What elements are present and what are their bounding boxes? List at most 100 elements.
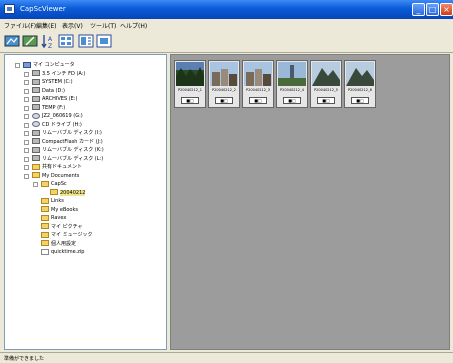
expander-icon[interactable]	[24, 88, 29, 94]
tree-node[interactable]: CD ドライブ (H:)	[24, 121, 82, 129]
expander-icon[interactable]	[24, 114, 29, 119]
expander-icon[interactable]	[24, 105, 29, 111]
tree-node[interactable]: Ravex	[41, 214, 66, 222]
tree-node-label: 20040212	[60, 189, 86, 196]
folder-icon	[41, 240, 49, 246]
drive-icon	[32, 155, 40, 161]
slideshow-icon[interactable]	[96, 33, 112, 49]
file-icon	[41, 248, 49, 255]
tree-node[interactable]: リムーバブル ディスク (K:)	[24, 146, 104, 154]
sort-icon[interactable]: AZ	[40, 33, 56, 49]
menu-edit[interactable]: 編集(E)	[36, 21, 56, 30]
thumbnail-filename: P20040212_5	[314, 88, 338, 92]
folder-icon	[41, 214, 49, 221]
edit-icon[interactable]	[22, 33, 38, 49]
thumbnail[interactable]: P20040212_5 ■□	[310, 60, 342, 108]
tree-node-label: My Documents	[42, 172, 80, 179]
expander-icon[interactable]	[24, 139, 29, 145]
folder-tree[interactable]: マイ コンピュータ 3.5 インチ FD (A:) SYSTEM (C:) Data …	[4, 54, 167, 350]
tree-node[interactable]: 20040212	[50, 189, 86, 197]
tree-node[interactable]: 個人用設定	[41, 240, 76, 248]
thumbnail[interactable]: P20040212_4 ■□	[276, 60, 308, 108]
thumbnail-buttons[interactable]: ■□	[351, 97, 369, 104]
tree-node[interactable]: ARCHIVES (E:)	[24, 95, 78, 103]
tree-node[interactable]: マイ コンピュータ	[15, 61, 75, 69]
minimize-button[interactable]: _	[412, 3, 425, 16]
tree-node-label: Data (D:)	[42, 87, 65, 94]
folder-icon	[41, 197, 49, 204]
app-icon	[4, 4, 15, 14]
tree-node-label: Ravex	[51, 215, 67, 221]
status-text: 準備ができました	[4, 356, 45, 362]
thumbnail[interactable]: P20040212_6 ■□	[344, 60, 376, 108]
thumbnail[interactable]: P20040212_1 ■□	[174, 60, 206, 108]
expander-icon[interactable]	[24, 156, 29, 162]
close-button[interactable]: ×	[440, 3, 453, 16]
drive-icon	[32, 78, 40, 85]
tree-node-label: マイ ピクチャ	[51, 223, 83, 230]
drive-icon	[32, 70, 40, 76]
tree-node[interactable]: CapSc	[33, 180, 67, 188]
tree-node[interactable]: 3.5 インチ FD (A:)	[24, 70, 86, 78]
tree-node-label: JZ2_060619 (G:)	[42, 113, 83, 119]
expander-icon[interactable]	[24, 71, 29, 77]
tree-node[interactable]: Links	[41, 197, 64, 205]
thumbnail-buttons[interactable]: ■□	[215, 97, 233, 104]
expander-icon[interactable]	[24, 122, 29, 128]
thumbnail-filename: P20040212_3	[246, 88, 270, 92]
thumbnail[interactable]: P20040212_3 ■□	[242, 60, 274, 108]
tree-node[interactable]: SYSTEM (C:)	[24, 78, 73, 86]
thumbnail-pane[interactable]: P20040212_1 ■□ P20040212_2 ■□ P20040212_3 ■□ P…	[170, 54, 450, 350]
tree-node[interactable]: quicktime.zip	[41, 248, 84, 256]
folder-icon	[32, 172, 40, 178]
tree-node-label: Links	[51, 198, 64, 204]
thumbnail-buttons[interactable]: ■□	[181, 97, 199, 104]
drive-icon	[32, 95, 40, 102]
tree-node[interactable]: My eBooks	[41, 206, 78, 214]
tree-node[interactable]: TEMP (F:)	[24, 104, 65, 112]
tree-node[interactable]: リムーバブル ディスク (I:)	[24, 129, 102, 137]
title-bar: CapScViewer _ □ ×	[0, 0, 453, 19]
menu-view[interactable]: 表示(V)	[62, 21, 83, 30]
expander-icon[interactable]	[24, 173, 29, 179]
tree-node[interactable]: マイ ミュージック	[41, 231, 93, 239]
tree-node[interactable]: Data (D:)	[24, 87, 65, 95]
expander-icon[interactable]	[24, 165, 29, 170]
expander-icon[interactable]	[24, 97, 29, 102]
tree-node-label: ARCHIVES (E:)	[42, 96, 78, 102]
tree-node-label: 3.5 インチ FD (A:)	[42, 70, 86, 77]
tree-node-label: CD ドライブ (H:)	[42, 121, 82, 128]
expander-icon[interactable]	[24, 131, 29, 136]
list-view-icon[interactable]	[78, 33, 94, 49]
tree-node[interactable]: JZ2_060619 (G:)	[24, 112, 83, 120]
thumbnail-view-icon[interactable]	[58, 33, 74, 49]
photo-image	[210, 62, 238, 86]
tree-node-label: マイ ミュージック	[51, 232, 93, 238]
tree-node[interactable]: 共有ドキュメント	[24, 163, 83, 171]
expander-icon[interactable]	[15, 63, 20, 68]
tree-node-label: CompactFlash カード (J:)	[42, 138, 103, 145]
menu-tools[interactable]: ツール(T)	[90, 21, 116, 30]
tree-node[interactable]: リムーバブル ディスク (L:)	[24, 155, 104, 163]
tree-node-label: 共有ドキュメント	[42, 164, 83, 170]
thumbnail-buttons[interactable]: ■□	[317, 97, 335, 104]
tree-node[interactable]: My Documents	[24, 172, 80, 180]
menu-help[interactable]: ヘルプ(H)	[120, 21, 147, 30]
view-icon[interactable]	[4, 33, 20, 49]
thumbnail[interactable]: P20040212_2 ■□	[208, 60, 240, 108]
expander-icon[interactable]	[33, 182, 38, 187]
folder-icon	[50, 189, 58, 195]
maximize-button[interactable]: □	[426, 3, 439, 16]
tree-node[interactable]: CompactFlash カード (J:)	[24, 138, 103, 146]
tree-node[interactable]: マイ ピクチャ	[41, 223, 83, 231]
expander-icon[interactable]	[24, 148, 29, 153]
tree-node-label: quicktime.zip	[51, 249, 85, 255]
menu-file[interactable]: ファイル(F)	[4, 21, 36, 30]
tree-node-label: リムーバブル ディスク (K:)	[42, 147, 104, 153]
thumbnail-buttons[interactable]: ■□	[283, 97, 301, 104]
tree-node-label: リムーバブル ディスク (L:)	[42, 155, 104, 162]
expander-icon[interactable]	[24, 80, 29, 85]
drive-icon	[32, 87, 40, 93]
thumbnail-buttons[interactable]: ■□	[249, 97, 267, 104]
folder-icon	[32, 163, 40, 170]
